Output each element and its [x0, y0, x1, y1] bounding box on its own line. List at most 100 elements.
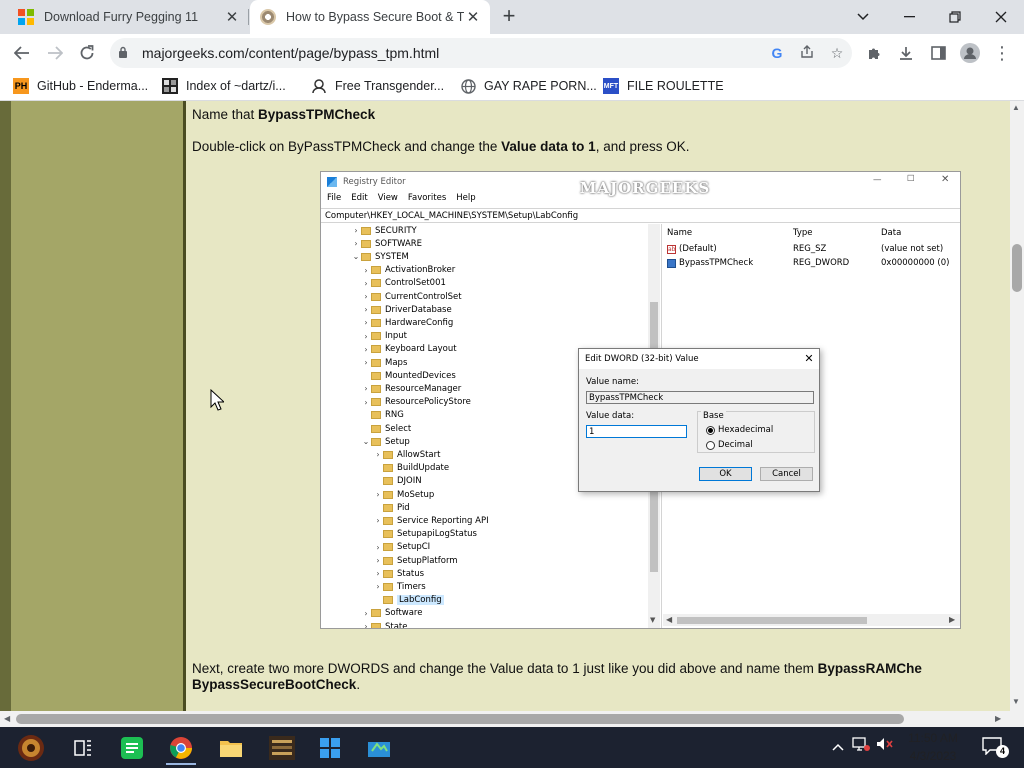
tree-node-label: CurrentControlSet [385, 291, 462, 302]
scroll-left-icon[interactable]: ◀ [4, 714, 10, 723]
tree-node-label: BuildUpdate [397, 463, 450, 474]
tree-node: › SOFTWARE [351, 237, 422, 250]
tree-node: DJOIN [373, 475, 422, 488]
clock-time[interactable]: 11:50 AM [907, 731, 959, 745]
close-window-icon[interactable] [978, 0, 1024, 34]
url-text[interactable]: majorgeeks.com/content/page/bypass_tpm.h… [142, 45, 762, 61]
share-icon[interactable] [792, 44, 822, 62]
globe-icon [460, 78, 476, 94]
tree-node: › Timers [373, 580, 426, 593]
chrome-icon[interactable] [166, 733, 196, 765]
show-hidden-icons-chevron[interactable] [832, 739, 844, 754]
new-tab-plus-icon[interactable]: + [498, 5, 520, 28]
tree-node: › ControlSet001 [361, 277, 446, 290]
folder-icon [371, 318, 381, 327]
remote-app-icon[interactable] [364, 733, 394, 763]
download-icon[interactable] [893, 40, 919, 66]
folder-icon [361, 226, 371, 235]
task-view-icon[interactable] [68, 733, 98, 763]
tree-node: › Software [361, 607, 422, 620]
tree-node-label: LabConfig [397, 595, 444, 606]
bookmark-index-of-dartz[interactable]: Index of ~dartz/i... [162, 76, 286, 96]
scroll-right-icon[interactable]: ▶ [995, 714, 1001, 723]
profile-avatar-icon[interactable] [957, 40, 983, 66]
extensions-puzzle-icon[interactable] [861, 40, 887, 66]
forward-arrow-icon[interactable] [42, 40, 68, 66]
tree-node-label: RNG [385, 410, 404, 421]
close-tab-icon[interactable]: ✕ [223, 8, 241, 26]
folder-icon [371, 266, 381, 275]
tree-node-label: Select [385, 423, 412, 434]
tree-node-label: ActivationBroker [385, 265, 456, 276]
collapsed-chevron-icon: › [364, 265, 368, 275]
folder-icon [383, 530, 393, 539]
tree-node-label: Timers [397, 581, 426, 592]
bookmark-file-roulette[interactable]: MFT FILE ROULETTE [603, 76, 724, 96]
tree-node: › SetupCI [373, 541, 430, 554]
folder-icon [371, 371, 381, 380]
folder-icon [383, 450, 393, 459]
tab-bypass-secure-boot[interactable]: How to Bypass Secure Boot & T ✕ [250, 0, 490, 34]
value-name-field: BypassTPMCheck [586, 391, 814, 404]
google-lens-icon[interactable]: G [762, 45, 792, 61]
scroll-down-icon[interactable]: ▼ [1012, 697, 1020, 706]
bookmark-free-transgender[interactable]: Free Transgender... [311, 76, 444, 96]
folder-icon [371, 437, 381, 446]
tree-node-label: SetupPlatform [397, 555, 458, 566]
page-vertical-scrollbar[interactable] [1010, 101, 1024, 711]
page-vscroll-thumb[interactable] [1012, 244, 1022, 292]
folder-icon [371, 305, 381, 314]
microsoft-logo-icon [18, 9, 34, 25]
bookmark-star-icon[interactable]: ☆ [822, 45, 852, 62]
collapsed-chevron-icon: › [376, 569, 380, 579]
lock-icon[interactable] [118, 46, 132, 61]
tree-node-label: HardwareConfig [385, 317, 454, 328]
bookmark-label: Index of ~dartz/i... [186, 79, 286, 93]
clock-date[interactable]: 4/3/2023 [907, 749, 959, 763]
close-tab-icon[interactable]: ✕ [464, 8, 482, 26]
majorgeeks-watermark: MAJORGEEKS [579, 179, 711, 197]
value-data-label: Value data: [586, 411, 635, 421]
regedit-close-icon: ✕ [941, 174, 950, 185]
tree-node: BuildUpdate [373, 462, 449, 475]
windows-start-icon[interactable] [315, 733, 345, 763]
tab-search-chevron-icon[interactable] [840, 0, 886, 34]
collapsed-chevron-icon: › [364, 397, 368, 407]
network-icon[interactable] [852, 737, 870, 754]
tree-node-label: SetupCI [397, 542, 431, 553]
back-arrow-icon[interactable] [9, 40, 35, 66]
bookmark-globe-site[interactable]: GAY RAPE PORN... [460, 76, 597, 96]
address-bar[interactable]: majorgeeks.com/content/page/bypass_tpm.h… [110, 38, 852, 68]
menu-view: View [377, 193, 398, 203]
app-thumbnail-icon[interactable] [267, 733, 297, 763]
page-hscroll-thumb[interactable] [16, 714, 904, 724]
tree-node-label: Input [385, 331, 408, 342]
tree-node-label: Software [385, 608, 423, 619]
folder-icon [371, 345, 381, 354]
bookmark-label: FILE ROULETTE [627, 79, 724, 93]
folder-icon [361, 252, 371, 261]
tab-download-furry-pegging[interactable]: Download Furry Pegging 11 ✕ [0, 0, 249, 34]
mouse-pointer-icon [210, 389, 224, 411]
scroll-up-icon[interactable]: ▲ [1012, 103, 1020, 112]
tree-node-label: Maps [385, 357, 408, 368]
reload-icon[interactable] [74, 40, 100, 66]
start-gear-icon[interactable] [16, 733, 46, 763]
kebab-menu-icon[interactable]: ⋮ [989, 40, 1015, 66]
tab-separator [248, 9, 249, 25]
tree-node-label: DriverDatabase [385, 304, 452, 315]
tree-node: › ActivationBroker [361, 264, 455, 277]
tree-node: LabConfig [373, 594, 444, 607]
regedit-app-icon [327, 177, 337, 187]
minimize-icon[interactable] [886, 0, 932, 34]
volume-muted-icon[interactable] [876, 737, 894, 754]
menu-file: File [327, 193, 342, 203]
notes-app-icon[interactable] [117, 733, 147, 763]
collapsed-chevron-icon: › [364, 318, 368, 328]
tree-node-label: SOFTWARE [375, 238, 423, 249]
file-explorer-icon[interactable] [216, 733, 246, 763]
bookmark-github[interactable]: PH GitHub - Enderma... [13, 76, 148, 96]
restore-icon[interactable] [932, 0, 978, 34]
side-panel-icon[interactable] [925, 40, 951, 66]
tree-node: ⌄ SYSTEM [351, 250, 409, 263]
